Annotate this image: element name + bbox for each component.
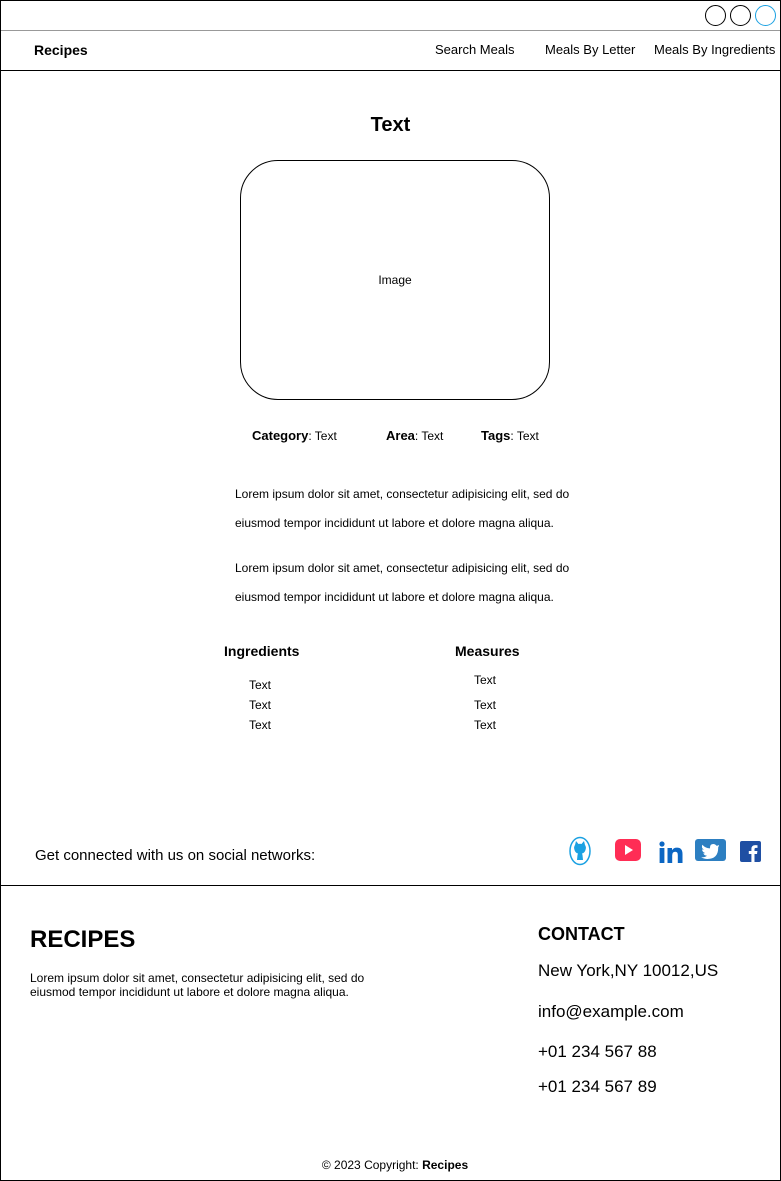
copyright: © 2023 Copyright: Recipes [0, 1158, 781, 1172]
area-label: Area [386, 428, 415, 443]
social-text: Get connected with us on social networks… [35, 847, 316, 864]
nav-link-meals-by-letter[interactable]: Meals By Letter [545, 42, 635, 57]
meal-image-label: Image [378, 273, 412, 287]
footer-brand: RECIPES [30, 926, 136, 953]
tags-label: Tags [481, 428, 511, 443]
description-line: eiusmod tempor incididunt ut labore et d… [235, 516, 554, 530]
meal-area: Area: Text [386, 428, 443, 443]
description-line: Lorem ipsum dolor sit amet, consectetur … [235, 487, 570, 501]
contact-phone[interactable]: +01 234 567 88 [538, 1042, 657, 1062]
meal-image: Image [240, 160, 550, 400]
window-titlebar [1, 1, 780, 31]
measure-item: Text [474, 718, 497, 732]
nav-link-search-meals[interactable]: Search Meals [435, 42, 514, 57]
twitter-icon[interactable] [695, 839, 726, 861]
window-control-button-accent[interactable] [755, 5, 776, 26]
tags-value: : Text [510, 429, 539, 443]
facebook-icon[interactable] [740, 841, 761, 862]
ingredients-heading: Ingredients [224, 643, 300, 659]
footer-divider [1, 885, 780, 886]
measure-item: Text [474, 673, 497, 687]
category-label: Category [252, 428, 309, 443]
window-control-button[interactable] [705, 5, 726, 26]
nav-link-meals-by-ingredients[interactable]: Meals By Ingredients [654, 42, 775, 57]
window-control-button[interactable] [730, 5, 751, 26]
youtube-icon[interactable] [615, 839, 641, 861]
copyright-prefix: © 2023 Copyright: [321, 1158, 423, 1172]
footer-description: Lorem ipsum dolor sit amet, consectetur … [30, 971, 365, 999]
contact-phone[interactable]: +01 234 567 89 [538, 1077, 657, 1097]
category-value: : Text [308, 429, 337, 443]
ingredient-item: Text [249, 678, 272, 692]
area-value: : Text [414, 429, 444, 443]
description-line: eiusmod tempor incididunt ut labore et d… [235, 590, 554, 604]
github-icon[interactable] [569, 836, 591, 866]
contact-email[interactable]: info@example.com [538, 1002, 684, 1022]
copyright-brand[interactable]: Recipes [422, 1158, 468, 1172]
measures-heading: Measures [455, 643, 520, 659]
meal-tags: Tags: Text [481, 428, 539, 443]
ingredient-item: Text [249, 718, 272, 732]
meal-category: Category: Text [252, 428, 337, 443]
contact-heading: CONTACT [538, 924, 625, 944]
linkedin-icon[interactable] [659, 841, 683, 863]
contact-address: New York,NY 10012,US [538, 961, 719, 980]
navbar: Recipes Search Meals Meals By Letter Mea… [1, 31, 780, 71]
meal-title: Text [370, 114, 411, 136]
nav-brand[interactable]: Recipes [34, 42, 88, 58]
ingredient-item: Text [249, 698, 272, 712]
measure-item: Text [474, 698, 497, 712]
description-line: Lorem ipsum dolor sit amet, consectetur … [235, 561, 570, 575]
